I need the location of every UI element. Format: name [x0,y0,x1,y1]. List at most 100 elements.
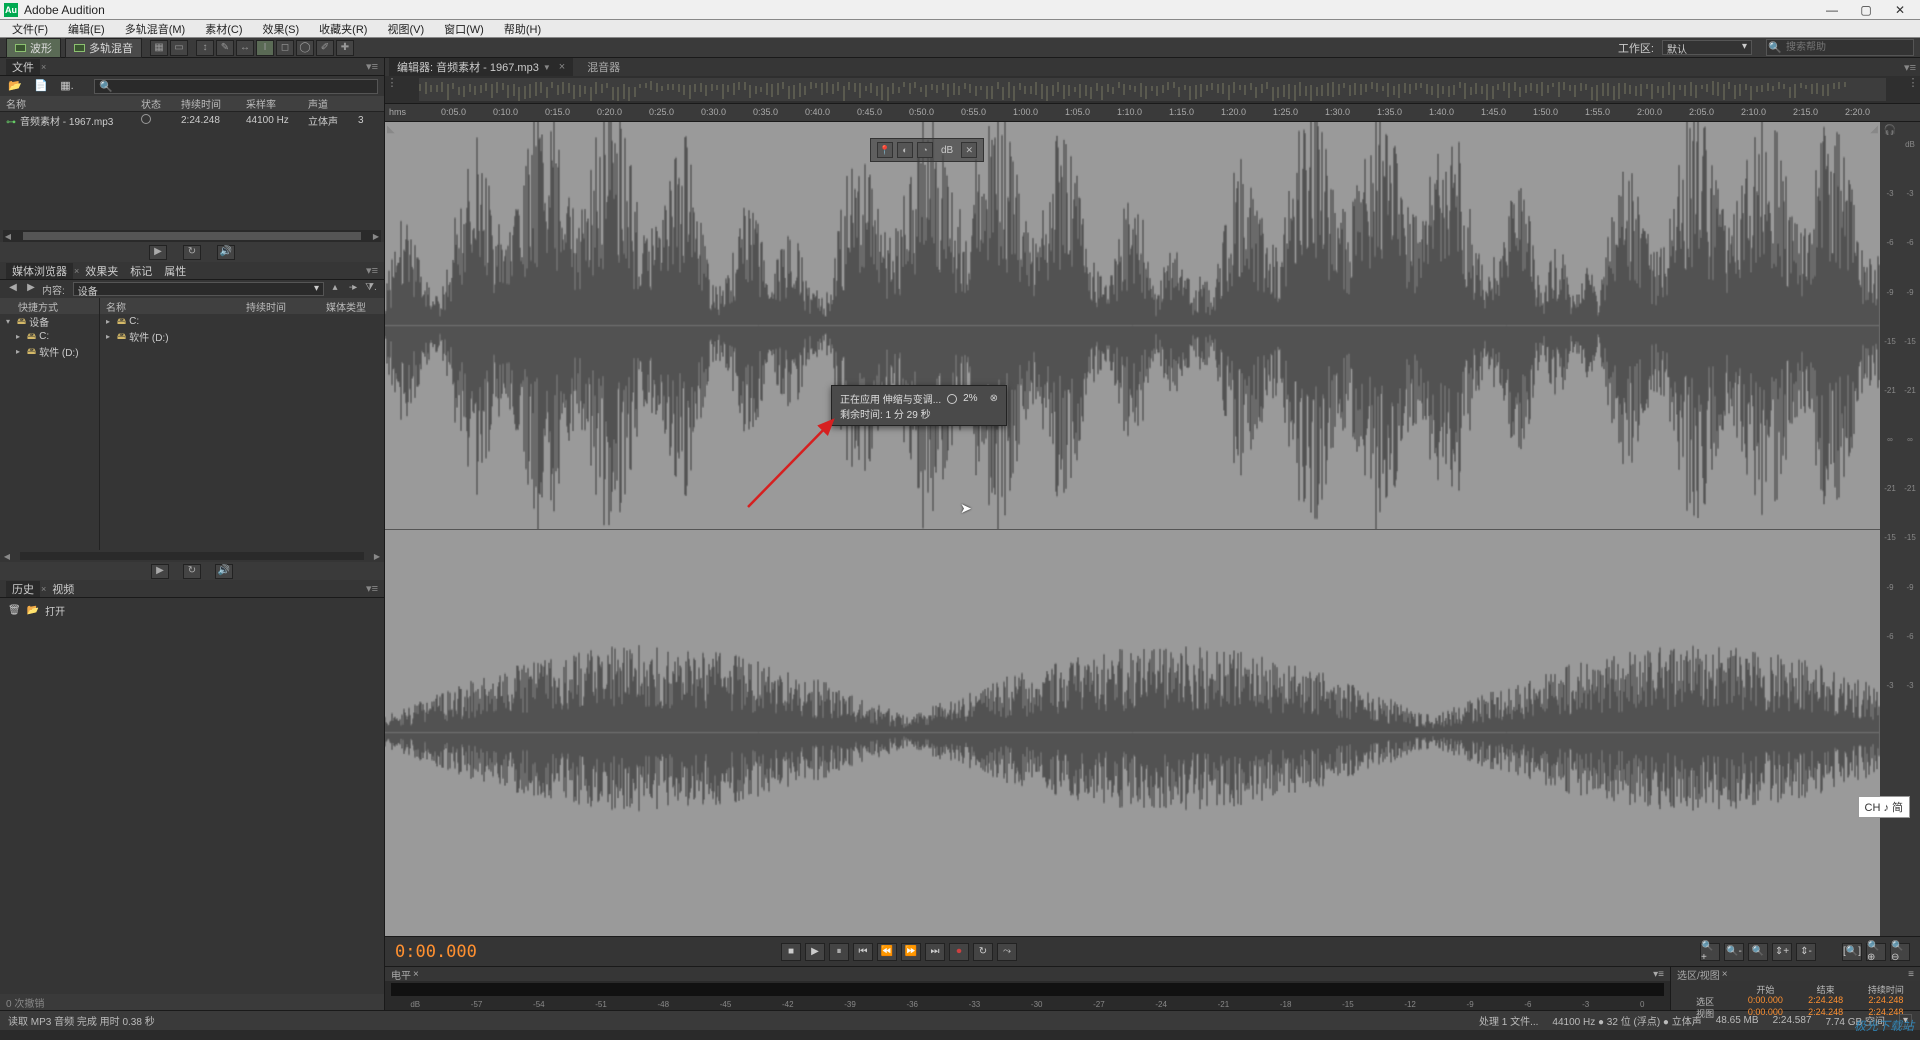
hud-toolbar[interactable]: 📍 ◐ ◔ dB ✕ [870,138,984,162]
filter-icon[interactable]: ⧩. [364,282,378,296]
skip-selection-button[interactable]: ⤳ [997,943,1017,961]
file-row[interactable]: ⊶音频素材 - 1967.mp3 2:24.248 44100 Hz 立体声 3 [0,112,384,128]
zoom-in-point-button[interactable]: 🔍⊕ [1866,943,1886,961]
editor-tab[interactable]: 编辑器: 音频素材 - 1967.mp3 ▼ × [389,58,573,76]
media-hscroll[interactable]: ◀▶ [0,550,384,562]
files-autoplay-button[interactable]: 🔊 [217,245,235,260]
tool-brush[interactable]: ✐ [316,40,334,56]
sel-end[interactable]: 2:24.248 [1796,995,1856,1007]
history-item[interactable]: 🗑 📂 打开 [4,602,380,618]
list-col-name[interactable]: 名称 [100,299,240,314]
new-multitrack-icon[interactable]: ▦. [58,79,76,94]
media-play-button[interactable]: ▶ [151,564,169,579]
close-icon[interactable]: × [559,61,565,73]
ime-indicator[interactable]: CH ♪ 简 [1858,796,1911,818]
fade-in-handle[interactable]: ◣ [387,124,395,135]
zoom-out-amp-button[interactable]: ⇕- [1796,943,1816,961]
files-hscroll[interactable]: ◀▶ [3,230,381,242]
open-file-icon[interactable]: 📂 [6,79,24,94]
overview-handle-left[interactable]: ⋮ [385,76,399,103]
tree-item[interactable]: ▸🖴软件 (D:) [0,344,99,359]
import-icon[interactable]: 📄 [32,79,50,94]
files-play-button[interactable]: ▶ [149,245,167,260]
tab-media-browser[interactable]: 媒体浏览器 [6,263,73,279]
rewind-button[interactable]: ⏪ [877,943,897,961]
tool-lasso[interactable]: ◯ [296,40,314,56]
hud-fade-icon[interactable]: ◐ [897,142,913,158]
tab-video[interactable]: 视频 [46,581,80,597]
tab-effects-rack[interactable]: 效果夹 [79,263,124,279]
hud-pin-icon[interactable]: 📍 [877,142,893,158]
hud-close-icon[interactable]: ✕ [961,142,977,158]
tool-heal[interactable]: ✚ [336,40,354,56]
files-loop-button[interactable]: ↻ [183,245,201,260]
overview-waveform[interactable]: ⋮ ⋮ [385,76,1920,104]
mode-waveform[interactable]: 波形 [6,38,61,58]
panel-menu-icon[interactable]: ≡ [1908,969,1914,980]
list-item[interactable]: ▸🖴软件 (D:) [100,329,384,344]
tab-properties[interactable]: 属性 [158,263,192,279]
minimize-button[interactable]: — [1824,3,1840,17]
menu-help[interactable]: 帮助(H) [494,21,551,37]
col-duration[interactable]: 持续时间 [175,96,240,111]
list-col-dur[interactable]: 持续时间 [240,299,320,314]
menu-window[interactable]: 窗口(W) [434,21,494,37]
tab-markers[interactable]: 标记 [124,263,158,279]
tool-move[interactable]: ↕ [196,40,214,56]
tool-razor[interactable]: ✎ [216,40,234,56]
fast-forward-button[interactable]: ⏩ [901,943,921,961]
tool-preview-btn[interactable]: ▭ [170,40,188,56]
sel-dur[interactable]: 2:24.248 [1856,995,1916,1007]
menu-clip[interactable]: 素材(C) [195,21,252,37]
go-to-end-button[interactable]: ⏭ [925,943,945,961]
zoom-in-amp-button[interactable]: ⇕+ [1772,943,1792,961]
tab-history[interactable]: 历史 [6,581,40,597]
zoom-in-time-button[interactable]: 🔍+ [1700,943,1720,961]
zoom-out-time-button[interactable]: 🔍- [1724,943,1744,961]
play-button[interactable]: ▶ [805,943,825,961]
stop-button[interactable]: ■ [781,943,801,961]
shortcut-icon[interactable]: -▸ [346,282,360,296]
files-filter[interactable]: 🔍 [94,79,378,94]
tool-slip[interactable]: ↔ [236,40,254,56]
close-button[interactable]: ✕ [1892,3,1908,17]
list-item[interactable]: ▸🖴C: [100,314,384,329]
col-status[interactable]: 状态 [135,96,175,111]
menu-edit[interactable]: 编辑(E) [58,21,115,37]
help-search-input[interactable] [1783,40,1913,55]
menu-favorites[interactable]: 收藏夹(R) [309,21,377,37]
loop-button[interactable]: ↻ [973,943,993,961]
progress-cancel-icon[interactable]: ⊗ [990,393,998,404]
chevron-down-icon[interactable]: ▼ [543,63,551,72]
maximize-button[interactable]: ▢ [1858,3,1874,17]
panel-menu-icon[interactable]: ▾≡ [1653,969,1664,980]
col-name[interactable]: 名称 [0,96,135,111]
tool-time-select[interactable]: I [256,40,274,56]
tree-item[interactable]: ▾🖴设备 [0,314,99,329]
files-tab[interactable]: 文件 [6,59,40,75]
panel-menu-icon[interactable]: ▾≡ [366,60,378,73]
help-search[interactable]: 🔍 [1766,39,1914,56]
col-samplerate[interactable]: 采样率 [240,96,302,111]
waveform-display[interactable]: 📍 ◐ ◔ dB ✕ 正在应用 伸缩与变调... 2% ⊗ 剩余时间: 1 分 … [385,122,1880,936]
list-col-type[interactable]: 媒体类型 [320,299,372,314]
workspace-select[interactable]: 默认 ▾ [1662,40,1752,55]
panel-menu-icon[interactable]: ▾≡ [366,582,378,595]
media-autoplay-button[interactable]: 🔊 [215,564,233,579]
menu-file[interactable]: 文件(F) [2,21,58,37]
tool-marquee[interactable]: ◻ [276,40,294,56]
hud-gain-icon[interactable]: ◔ [917,142,933,158]
fade-out-handle[interactable]: ◢ [1870,124,1878,135]
overview-handle-right[interactable]: ⋮ [1906,76,1920,103]
back-icon[interactable]: ◀ [6,282,20,296]
panel-menu-icon[interactable]: ▾≡ [1904,61,1916,74]
mixer-tab[interactable]: 混音器 [577,58,630,76]
zoom-out-full-button[interactable]: 🔍⊖ [1890,943,1910,961]
timecode[interactable]: 0:00.000 [395,942,775,962]
col-channels[interactable]: 声道 [302,96,352,111]
menu-effects[interactable]: 效果(S) [253,21,310,37]
menu-view[interactable]: 视图(V) [377,21,434,37]
go-to-start-button[interactable]: ⏮ [853,943,873,961]
zoom-to-selection-button[interactable]: [🔍] [1842,943,1862,961]
media-loop-button[interactable]: ↻ [183,564,201,579]
